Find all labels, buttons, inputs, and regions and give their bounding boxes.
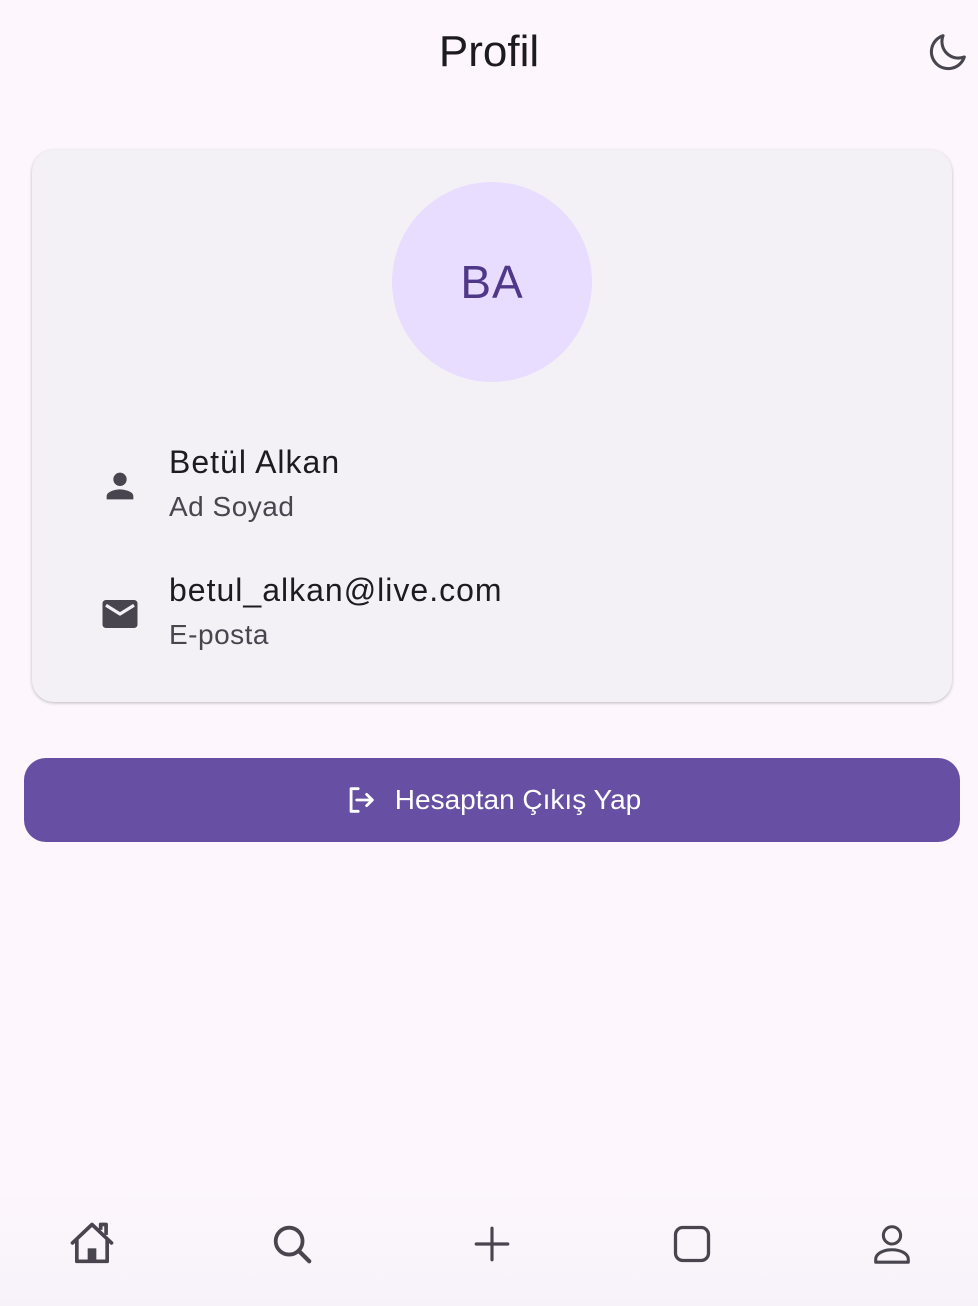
profile-icon [874,1225,910,1264]
nav-add[interactable] [462,1214,522,1274]
logout-label: Hesaptan Çıkış Yap [394,784,642,815]
home-icon [70,1222,114,1264]
nav-square[interactable] [662,1214,722,1274]
page-title: Profil [438,27,540,76]
nav-search[interactable] [262,1214,322,1274]
logout-icon [343,782,379,818]
avatar: BA [392,182,592,382]
bottom-nav [0,1186,978,1306]
search-icon [273,1225,312,1264]
person-icon [92,458,148,514]
name-row: Betül Alkan Ad Soyad [32,438,952,538]
profile-card: BA Betül Alkan Ad Soyad betul_alkan@live… [32,150,952,702]
logout-button[interactable]: Hesaptan Çıkış Yap [24,758,960,842]
email-value: betul_alkan@live.com [169,572,503,608]
add-icon [474,1226,510,1262]
email-row: betul_alkan@live.com E-posta [32,566,952,666]
moon-icon [929,34,966,71]
name-label: Ad Soyad [169,491,295,522]
theme-toggle-button[interactable] [920,24,976,80]
app-bar: Profil [0,0,978,106]
nav-profile[interactable] [862,1214,922,1274]
mail-icon [92,586,148,642]
name-value: Betül Alkan [169,444,341,480]
email-label: E-posta [169,619,269,650]
square-icon [673,1225,711,1263]
nav-home[interactable] [62,1214,122,1274]
